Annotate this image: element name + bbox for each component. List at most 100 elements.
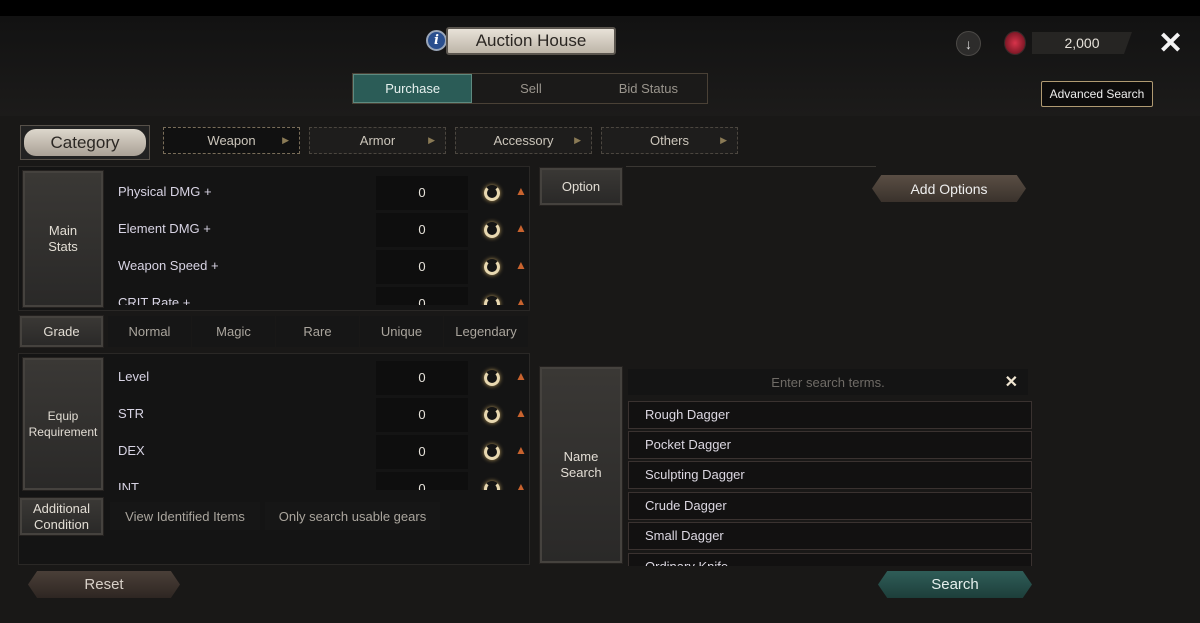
list-item[interactable]: Crude Dagger	[628, 492, 1032, 520]
equip-requirement-label: Equip Requirement	[22, 357, 104, 491]
reset-icon[interactable]	[484, 296, 500, 305]
reset-icon[interactable]	[484, 222, 500, 238]
chevron-up-icon[interactable]: ▲	[515, 480, 527, 490]
chevron-up-icon[interactable]: ▲	[515, 258, 527, 272]
chevron-up-icon[interactable]: ▲	[515, 369, 527, 383]
search-input-box: ✕	[628, 369, 1028, 395]
grade-legendary[interactable]: Legendary	[444, 316, 528, 347]
stat-label: Weapon Speed +	[118, 258, 219, 273]
top-bar	[0, 0, 1200, 16]
info-icon[interactable]: i	[426, 30, 447, 51]
category-others[interactable]: Others ▶	[601, 127, 738, 154]
stat-row: CRIT Rate + 0 ▲	[118, 287, 527, 305]
tab-purchase[interactable]: Purchase	[353, 74, 473, 103]
currency-amount: 2,000	[1032, 32, 1132, 54]
chevron-up-icon[interactable]: ▲	[515, 295, 527, 305]
stat-label: CRIT Rate +	[118, 295, 191, 305]
grade-label: Grade	[19, 315, 104, 348]
stat-value-input[interactable]: 0	[376, 435, 468, 469]
list-item[interactable]: Pocket Dagger	[628, 431, 1032, 459]
equip-list[interactable]: Level 0 ▲ STR 0 ▲ DEX 0 ▲ INT 0 ▲	[106, 361, 528, 490]
stat-value-input[interactable]: 0	[376, 287, 468, 305]
reset-icon[interactable]	[484, 185, 500, 201]
name-search-label: Name Search	[539, 366, 623, 564]
equip-label-1: Equip	[47, 409, 79, 423]
stat-label: Element DMG +	[118, 221, 211, 236]
triangle-right-icon: ▶	[428, 135, 435, 145]
clear-search-icon[interactable]: ✕	[1005, 372, 1018, 392]
category-label-text: Category	[24, 129, 146, 156]
triangle-right-icon: ▶	[282, 135, 289, 145]
additional-condition-label: Additional Condition	[19, 497, 104, 536]
advanced-search-button[interactable]: Advanced Search	[1041, 81, 1153, 107]
search-button[interactable]: Search	[878, 571, 1032, 598]
grade-magic[interactable]: Magic	[192, 316, 275, 347]
divider	[626, 166, 876, 167]
stat-row: Level 0 ▲	[118, 361, 527, 395]
red-gem-icon	[1004, 31, 1026, 55]
stat-label: INT	[118, 480, 139, 490]
stat-value-input[interactable]: 0	[376, 398, 468, 432]
option-label: Option	[539, 167, 623, 206]
chevron-up-icon[interactable]: ▲	[515, 221, 527, 235]
search-results-list[interactable]: Rough Dagger Pocket Dagger Sculpting Dag…	[628, 400, 1034, 566]
close-icon[interactable]: ✕	[1158, 26, 1183, 61]
search-input[interactable]	[653, 369, 1003, 395]
stat-row: DEX 0 ▲	[118, 435, 527, 469]
reset-icon[interactable]	[484, 370, 500, 386]
reset-icon[interactable]	[484, 407, 500, 423]
list-item[interactable]: Small Dagger	[628, 522, 1032, 550]
list-item[interactable]: Rough Dagger	[628, 401, 1032, 429]
stat-row: STR 0 ▲	[118, 398, 527, 432]
stat-label: STR	[118, 406, 144, 421]
additional-label-1: Additional	[32, 500, 91, 516]
list-item[interactable]: Sculpting Dagger	[628, 461, 1032, 489]
chevron-up-icon[interactable]: ▲	[515, 443, 527, 457]
chevron-up-icon[interactable]: ▲	[515, 406, 527, 420]
category-accessory-label: Accessory	[493, 133, 554, 148]
tab-sell[interactable]: Sell	[472, 74, 589, 103]
reset-icon[interactable]	[484, 444, 500, 460]
main-stats-label: Main Stats	[22, 170, 104, 308]
stat-value-input[interactable]: 0	[376, 213, 468, 247]
only-usable-gears-toggle[interactable]: Only search usable gears	[265, 502, 440, 530]
stat-value-input[interactable]: 0	[376, 361, 468, 395]
equip-label-2: Requirement	[28, 425, 98, 439]
tab-bid-status[interactable]: Bid Status	[590, 74, 707, 103]
arrow-down-icon[interactable]: ↓	[956, 31, 981, 56]
stat-label: Level	[118, 369, 150, 384]
additional-label-2: Condition	[34, 516, 89, 532]
stat-label: Physical DMG +	[118, 184, 212, 199]
main-stats-list[interactable]: Physical DMG + 0 ▲ Element DMG + 0 ▲ Weapon …	[106, 176, 528, 305]
view-identified-items-toggle[interactable]: View Identified Items	[110, 502, 260, 530]
stat-value-input[interactable]: 0	[376, 250, 468, 284]
category-armor[interactable]: Armor ▶	[309, 127, 446, 154]
triangle-right-icon: ▶	[574, 135, 581, 145]
add-options-button[interactable]: Add Options	[872, 175, 1026, 202]
stat-label: DEX	[118, 443, 145, 458]
category-others-label: Others	[649, 133, 689, 148]
main-stats-label-2: Stats	[48, 239, 78, 254]
category-weapon[interactable]: Weapon ▶	[163, 127, 300, 154]
stat-value-input[interactable]: 0	[376, 472, 468, 490]
stat-value-input[interactable]: 0	[376, 176, 468, 210]
grade-rare[interactable]: Rare	[276, 316, 359, 347]
page-title: Auction House	[446, 27, 616, 55]
stat-row: Element DMG + 0 ▲	[118, 213, 527, 247]
category-label: Category	[20, 125, 150, 160]
category-armor-label: Armor	[359, 133, 396, 148]
main-stats-label-1: Main	[48, 223, 78, 238]
triangle-right-icon: ▶	[720, 135, 727, 145]
list-item[interactable]: Ordinary Knife	[628, 553, 1032, 566]
name-search-label-2: Search	[560, 465, 602, 480]
category-accessory[interactable]: Accessory ▶	[455, 127, 592, 154]
grade-normal[interactable]: Normal	[108, 316, 191, 347]
stat-row: Physical DMG + 0 ▲	[118, 176, 527, 210]
reset-icon[interactable]	[484, 481, 500, 490]
reset-icon[interactable]	[484, 259, 500, 275]
reset-button[interactable]: Reset	[28, 571, 180, 598]
tab-bar: Purchase Sell Bid Status	[352, 73, 708, 104]
grade-unique[interactable]: Unique	[360, 316, 443, 347]
name-search-label-1: Name	[563, 449, 599, 464]
chevron-up-icon[interactable]: ▲	[515, 184, 527, 198]
